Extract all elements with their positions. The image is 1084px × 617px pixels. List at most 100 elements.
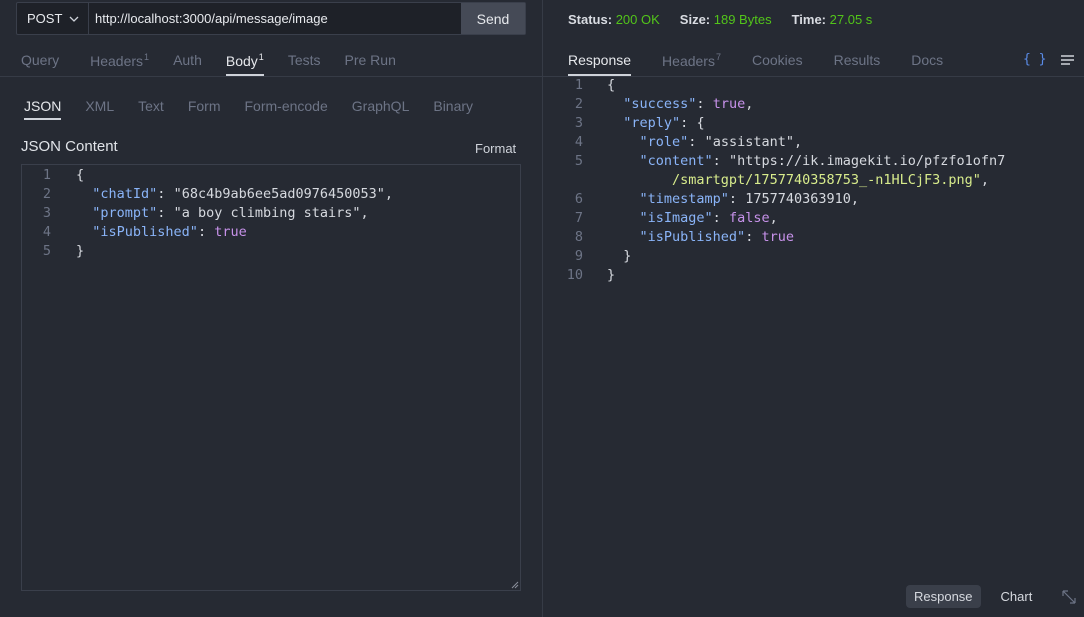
response-tab-response[interactable]: Response — [568, 52, 632, 76]
line-text: "role": "assistant", — [639, 134, 803, 150]
tab-label: Auth — [173, 52, 202, 68]
tab-query[interactable]: Query — [21, 52, 59, 75]
line-number: 6 — [574, 191, 583, 207]
menu-icon[interactable] — [1060, 54, 1075, 66]
chart-view-button[interactable]: Chart — [993, 585, 1041, 608]
code-line: 7 "isImage": false, — [553, 209, 1073, 228]
time-label: Time: — [791, 12, 827, 27]
send-button[interactable]: Send — [461, 3, 525, 34]
code-line: 3 "prompt": "a boy climbing stairs", — [22, 204, 520, 223]
body-type-xml[interactable]: XML — [85, 98, 114, 120]
code-line: 4 "isPublished": true — [22, 223, 520, 242]
method-select[interactable]: POST — [17, 3, 89, 34]
line-number: 9 — [574, 248, 583, 264]
code-line: 6 "timestamp": 1757740363910, — [553, 190, 1073, 209]
line-text: } — [76, 243, 85, 259]
body-type-json[interactable]: JSON — [24, 98, 62, 120]
time-item: Time: 27.05 s — [792, 12, 873, 27]
code-line: /smartgpt/1757740358753_-n1HLCjF3.png", — [553, 171, 1073, 190]
line-number: 8 — [574, 229, 583, 245]
code-line: 8 "isPublished": true — [553, 228, 1073, 247]
request-tabs: Query Headers1 Auth Body1 Tests Pre Run — [21, 52, 420, 76]
body-type-binary[interactable]: Binary — [433, 98, 473, 120]
code-line: 3 "reply": { — [553, 114, 1073, 133]
tab-label: Query — [21, 52, 60, 68]
line-number: 4 — [574, 134, 583, 150]
url-input[interactable] — [89, 3, 461, 34]
response-tab-headers[interactable]: Headers7 — [662, 52, 721, 75]
body-type-tabs: JSON XML Text Form Form-encode GraphQL Binary — [24, 98, 497, 120]
url-bar: POST Send — [16, 2, 526, 35]
request-body-editor[interactable]: 1{2 "chatId": "68c4b9ab6ee5ad0976450053"… — [21, 164, 521, 591]
line-text: "prompt": "a boy climbing stairs", — [92, 205, 369, 221]
code-line: 5} — [22, 242, 520, 261]
tab-label: Headers — [90, 53, 144, 69]
line-text: "chatId": "68c4b9ab6ee5ad0976450053", — [92, 186, 394, 202]
code-line: 10} — [553, 266, 1073, 285]
tab-headers[interactable]: Headers1 — [90, 52, 149, 75]
code-line: 2 "success": true, — [553, 95, 1073, 114]
body-type-form[interactable]: Form — [188, 98, 221, 120]
line-text: "content": "https://ik.imagekit.io/pfzfo… — [639, 153, 1006, 169]
tab-label: Cookies — [751, 52, 803, 68]
response-panel: Status: 200 OK Size: 189 Bytes Time: 27.… — [543, 0, 1084, 617]
line-text: "reply": { — [623, 115, 705, 131]
response-body-code: 1{2 "success": true, 3 "reply": {4 "role"… — [553, 76, 1073, 285]
size-item: Size: 189 Bytes — [680, 12, 772, 27]
tab-label: Body — [225, 53, 258, 69]
line-text: { — [76, 167, 85, 183]
body-type-graphql[interactable]: GraphQL — [352, 98, 410, 120]
tab-label: Tests — [287, 52, 321, 68]
code-line: 1{ — [22, 166, 520, 185]
size-label: Size: — [679, 12, 711, 27]
line-number: 5 — [42, 243, 51, 259]
line-text: "success": true, — [623, 96, 754, 112]
tab-label: Response — [568, 52, 632, 68]
tab-badge: 7 — [715, 52, 721, 62]
braces-icon[interactable]: { } — [1023, 52, 1046, 67]
tab-badge: 1 — [258, 52, 264, 62]
code-line: 4 "role": "assistant", — [553, 133, 1073, 152]
format-button[interactable]: Format — [475, 141, 516, 156]
tab-body[interactable]: Body1 — [225, 52, 264, 76]
resize-handle-icon[interactable] — [511, 581, 519, 589]
tab-pre-run[interactable]: Pre Run — [345, 52, 396, 75]
tab-auth[interactable]: Auth — [173, 52, 202, 75]
time-value: 27.05 s — [829, 12, 873, 27]
code-line: 2 "chatId": "68c4b9ab6ee5ad0976450053", — [22, 185, 520, 204]
response-tab-docs[interactable]: Docs — [911, 52, 943, 75]
response-tab-results[interactable]: Results — [834, 52, 881, 75]
size-value: 189 Bytes — [713, 12, 772, 27]
view-toggle: Response Chart — [906, 585, 1078, 608]
line-number: 2 — [42, 186, 51, 202]
tab-tests[interactable]: Tests — [288, 52, 321, 75]
line-text: "timestamp": 1757740363910, — [639, 191, 859, 207]
line-number — [553, 171, 583, 190]
body-type-text[interactable]: Text — [138, 98, 164, 120]
tab-divider — [0, 76, 542, 77]
line-number: 7 — [574, 210, 583, 226]
line-number: 2 — [574, 96, 583, 112]
request-panel: POST Send QueryHeaders1AuthBody1TestsPre… — [0, 0, 542, 617]
status-item: Status: 200 OK — [568, 12, 660, 27]
response-tabs: Response Headers7 Cookies Results Docs — [568, 52, 974, 76]
tab-label: Docs — [911, 52, 944, 68]
code-line: 9 } — [553, 247, 1073, 266]
line-text: } — [607, 267, 616, 283]
status-label: Status: — [568, 12, 613, 27]
content-label: JSON Content — [21, 138, 118, 155]
tab-label: Results — [833, 52, 881, 68]
request-body-code: 1{2 "chatId": "68c4b9ab6ee5ad0976450053"… — [22, 165, 520, 261]
body-type-form-encode[interactable]: Form-encode — [245, 98, 328, 120]
code-line: 5 "content": "https://ik.imagekit.io/pfz… — [553, 152, 1073, 171]
line-number: 1 — [574, 77, 583, 93]
response-view-button[interactable]: Response — [906, 585, 981, 608]
line-number: 4 — [42, 224, 51, 240]
tab-badge: 1 — [144, 52, 150, 62]
line-text: } — [607, 248, 632, 264]
response-status-bar: Status: 200 OK Size: 189 Bytes Time: 27.… — [568, 12, 892, 27]
line-number: 3 — [574, 115, 583, 131]
line-text: { — [607, 77, 616, 93]
response-tab-cookies[interactable]: Cookies — [752, 52, 803, 75]
expand-icon[interactable] — [1060, 588, 1078, 606]
